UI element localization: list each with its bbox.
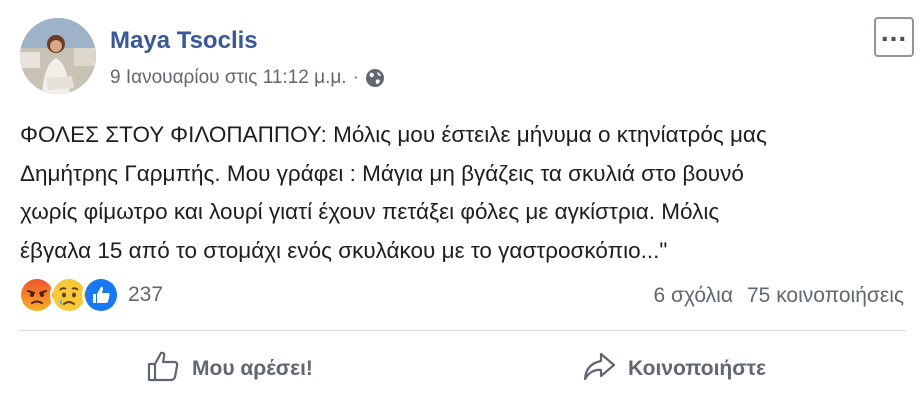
like-reaction-icon	[82, 276, 120, 314]
share-button[interactable]: Κοινοποιήστε	[582, 350, 766, 388]
shares-count[interactable]: 75 κοινοποιήσεις	[747, 284, 904, 308]
globe-icon[interactable]	[365, 68, 385, 88]
post-text-line: έβγαλα 15 από το στομάχι ενός σκυλάκου μ…	[20, 237, 668, 263]
post-text-line: Δημήτρης Γαρμπής. Μου γράφει : Μάγια μη …	[20, 160, 744, 186]
post-meta: 9 Ιανουαρίου στις 11:12 μ.μ. ·	[110, 67, 385, 89]
share-icon	[582, 350, 616, 388]
more-options-icon: ...	[880, 16, 908, 47]
post-text: ΦΟΛΕΣ ΣΤΟΥ ΦΙΛΟΠΑΠΠΟΥ: Μόλις μου έστειλε…	[20, 116, 910, 270]
share-button-label: Κοινοποιήστε	[628, 357, 766, 380]
meta-separator: ·	[352, 67, 359, 88]
post-text-line: χωρίς φίμωτρο και λουρί γιατί έχουν πετά…	[20, 199, 720, 224]
divider	[18, 330, 906, 331]
comments-count[interactable]: 6 σχόλια	[653, 284, 733, 308]
like-button-label: Μου αρέσει!	[192, 357, 313, 380]
post-text-line: ΦΟΛΕΣ ΣΤΟΥ ΦΙΛΟΠΑΠΠΟΥ: Μόλις μου έστειλε…	[20, 122, 767, 147]
post-timestamp[interactable]: 9 Ιανουαρίου στις 11:12 μ.μ.	[110, 67, 347, 89]
like-button[interactable]: Μου αρέσει!	[146, 350, 313, 388]
reaction-count: 237	[128, 283, 164, 306]
engagement-counts: 6 σχόλια 75 κοινοποιήσεις	[653, 284, 904, 308]
author-name[interactable]: Maya Tsoclis	[110, 27, 258, 55]
avatar-photo	[20, 18, 96, 94]
thumbs-up-icon	[146, 350, 180, 388]
reactions-summary[interactable]: 237	[18, 276, 163, 314]
author-avatar[interactable]	[20, 18, 96, 94]
more-options-button[interactable]: ...	[874, 17, 914, 57]
